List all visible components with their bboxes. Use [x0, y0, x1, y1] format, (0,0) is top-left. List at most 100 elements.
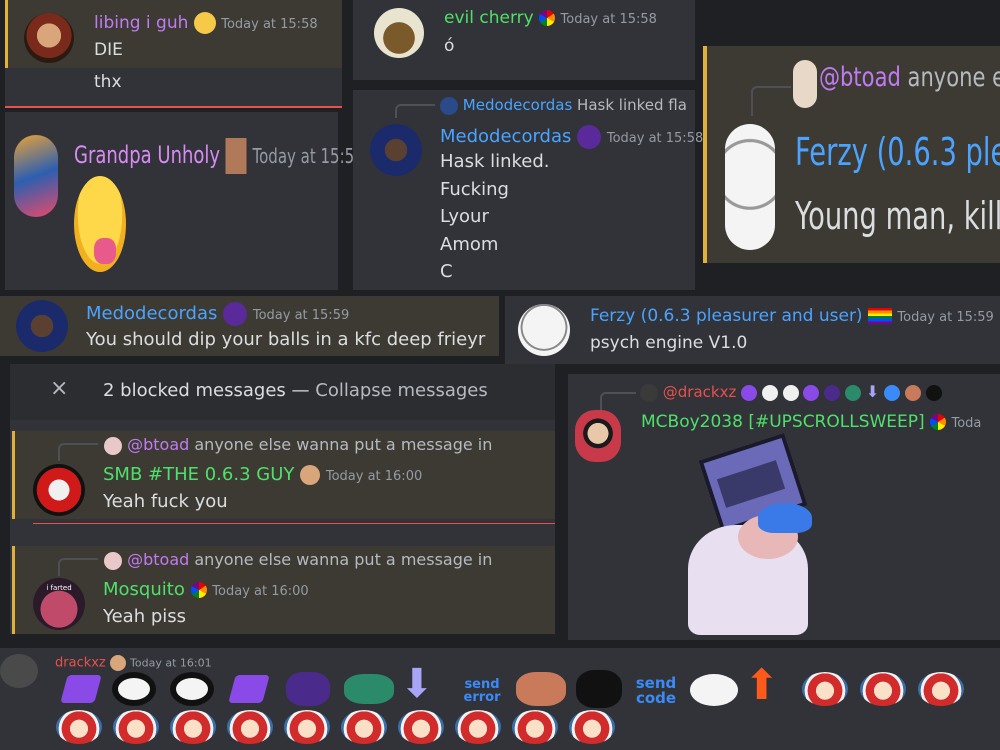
avatar-caption: i farted [46, 584, 72, 592]
username[interactable]: Ferzy (0.6.3 pleasurer ar [795, 130, 1000, 174]
avatar[interactable] [370, 124, 422, 176]
message-text: ó [444, 36, 455, 56]
message-line: thx [94, 72, 122, 92]
mario-emoji-icon [512, 710, 558, 744]
separator: — [291, 380, 310, 401]
message-text: psych engine V1.0 [590, 333, 748, 353]
mario-emoji-icon [918, 672, 964, 706]
header: evil cherry Today at 15:58 [444, 8, 657, 28]
pride-flag-icon [539, 10, 556, 26]
send-error-icon [884, 384, 901, 401]
timestamp: Today at 15:58 [221, 17, 318, 32]
mario-emoji-icon [170, 710, 216, 744]
github-icon [782, 384, 799, 401]
header: Grandpa Unholy Today at 15:59 [74, 138, 364, 174]
mario-emoji-icon [802, 672, 848, 706]
message-line: Hask linked. [440, 151, 550, 172]
reply-text: anyone else wanna put a message in [194, 435, 493, 454]
reply-text: anyone else wanna [907, 62, 1000, 93]
username[interactable]: Ferzy (0.6.3 pleasurer and user) [590, 306, 863, 326]
masked-icon [576, 670, 622, 708]
username[interactable]: Grandpa Unholy [74, 141, 220, 169]
message-text: Young man, kill yourself [795, 194, 1000, 238]
avatar[interactable] [16, 300, 68, 352]
reply-username[interactable]: @btoad [819, 62, 901, 93]
blocked-count: 2 blocked messages [103, 380, 286, 401]
pride-flag-icon [867, 308, 892, 324]
username[interactable]: SMB #THE 0.6.3 GUY [103, 464, 294, 485]
username[interactable]: Mosquito [103, 579, 185, 600]
message-libing-cont [5, 68, 342, 108]
username[interactable]: MCBoy2038 [#UPSCROLLSWEEP] [641, 412, 925, 432]
blocked-label: 2 blocked messages — Collapse messages [103, 380, 488, 401]
timestamp: Today at 16:00 [325, 469, 423, 484]
close-icon[interactable]: × [50, 376, 68, 401]
avatar[interactable] [575, 410, 621, 462]
timestamp: Today at 15:59 [897, 310, 994, 325]
timestamp: Today at 15:59 [252, 144, 364, 168]
message-line: DIE [94, 40, 123, 60]
emoji-row-2 [56, 710, 1000, 750]
avatar[interactable] [374, 8, 424, 58]
pride-flag-icon [190, 582, 207, 598]
github-icon [112, 672, 156, 706]
arrow-up-icon: ⬆ [744, 660, 780, 709]
green-char-icon [344, 674, 394, 704]
timestamp: Today at 16:00 [212, 584, 309, 599]
purple-gem-icon [741, 384, 758, 401]
mario-emoji-icon [56, 710, 102, 744]
reply-username[interactable]: @btoad [127, 550, 189, 569]
message-text: Yeah piss [103, 606, 187, 627]
username[interactable]: Medodecordas [86, 303, 217, 324]
avatar[interactable] [0, 654, 38, 688]
purple-gem-icon [60, 675, 102, 703]
header: MCBoy2038 [#UPSCROLLSWEEP] Toda [641, 412, 981, 432]
yum-face-emoji-icon [74, 176, 126, 272]
timestamp: Today at 16:01 [130, 656, 212, 670]
username[interactable]: Medodecordas [440, 126, 571, 147]
reply-avatar [104, 551, 122, 570]
reply-username[interactable]: @btoad [127, 435, 189, 454]
mario-emoji-icon [284, 710, 330, 744]
avatar[interactable] [24, 13, 74, 63]
reply-line [58, 558, 98, 576]
purple-char-icon [824, 384, 841, 401]
message-line: Fucking [440, 179, 509, 200]
purple-gem-icon [803, 384, 820, 401]
message-line: Lyour [440, 206, 489, 227]
reply-preview: @btoad anyone else wanna put a message i… [104, 550, 492, 570]
avatar[interactable] [518, 304, 570, 356]
timestamp: Today at 15:59 [252, 308, 350, 323]
purple-gem-icon [228, 675, 270, 703]
username[interactable]: evil cherry [444, 8, 534, 28]
header: Ferzy (0.6.3 pleasurer and user) Today a… [590, 306, 994, 326]
sleepy-emoji-icon [193, 12, 216, 34]
avatar[interactable] [725, 124, 775, 250]
face-emoji-icon [904, 384, 921, 401]
purple-emoji-icon [223, 302, 248, 326]
sticker-image[interactable] [668, 432, 828, 638]
arrow-down-icon: ⬇ [400, 661, 434, 707]
username[interactable]: drackxz [55, 656, 106, 671]
avatar[interactable] [14, 135, 58, 217]
avatar[interactable]: i farted [33, 578, 85, 630]
message-medodecordas [353, 90, 695, 290]
avatar[interactable] [33, 464, 85, 516]
message-text: You should dip your balls in a kfc deep … [86, 329, 486, 350]
mario-emoji-icon [113, 710, 159, 744]
header: Mosquito Today at 16:00 [103, 579, 309, 600]
reply-username[interactable]: @drackxz [663, 383, 737, 401]
reply-line [58, 443, 98, 461]
dog-emoji-icon [225, 138, 247, 174]
message-ferzy-zoomed: @btoad anyone else wanna Ferzy (0.6.3 pl… [703, 46, 1000, 263]
timestamp: Today at 15:58 [606, 131, 704, 146]
new-divider [33, 523, 555, 524]
reply-avatar [440, 96, 458, 115]
reply-line [395, 104, 435, 118]
pride-flag-icon [930, 414, 947, 430]
github-icon [170, 672, 214, 706]
username[interactable]: libing i guh [94, 13, 188, 33]
collapse-link[interactable]: Collapse messages [315, 380, 488, 401]
reply-avatar [104, 436, 122, 455]
reply-username[interactable]: Medodecordas [463, 96, 572, 114]
